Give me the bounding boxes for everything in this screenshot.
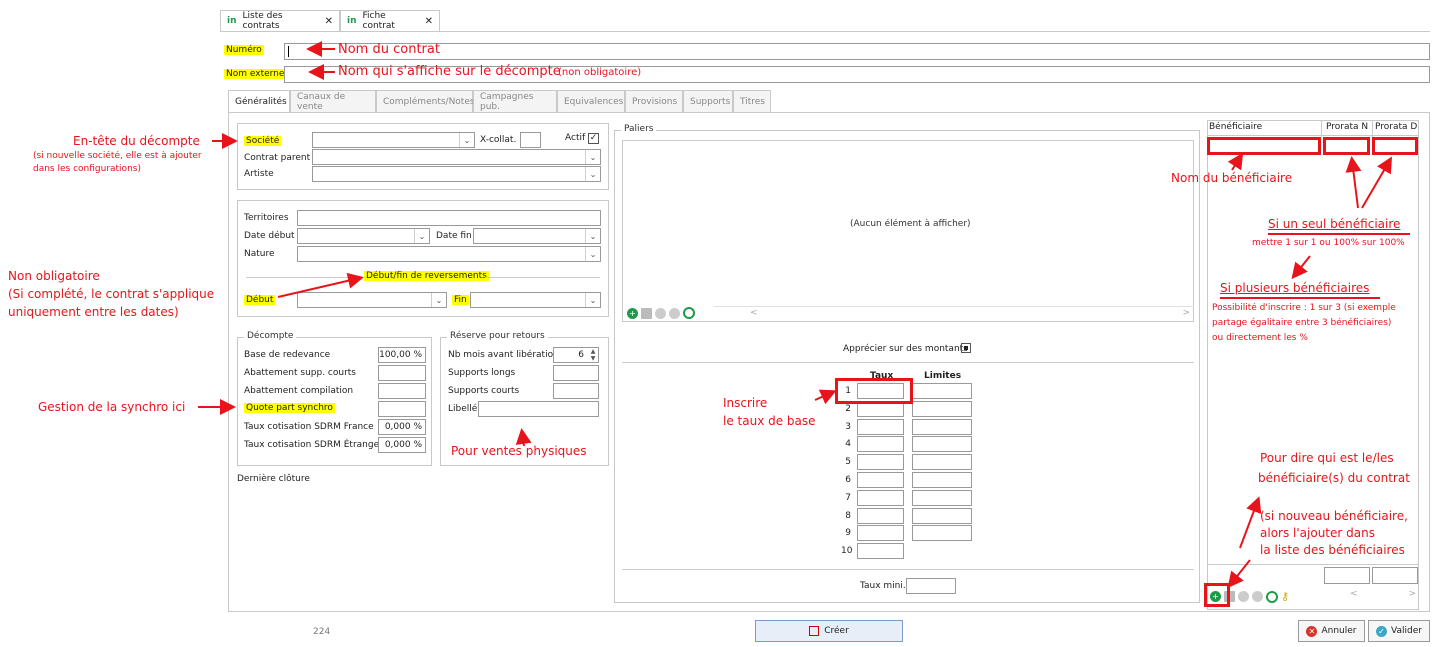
arrow xyxy=(515,428,532,447)
arrow xyxy=(1361,156,1393,209)
arrow xyxy=(814,389,837,405)
arrow xyxy=(1291,255,1311,280)
arrow xyxy=(1239,496,1262,549)
annotation-arrows xyxy=(198,41,1393,589)
arrow xyxy=(277,272,364,298)
arrow xyxy=(1345,156,1362,209)
arrow xyxy=(1227,152,1244,171)
arrow xyxy=(1227,559,1251,589)
